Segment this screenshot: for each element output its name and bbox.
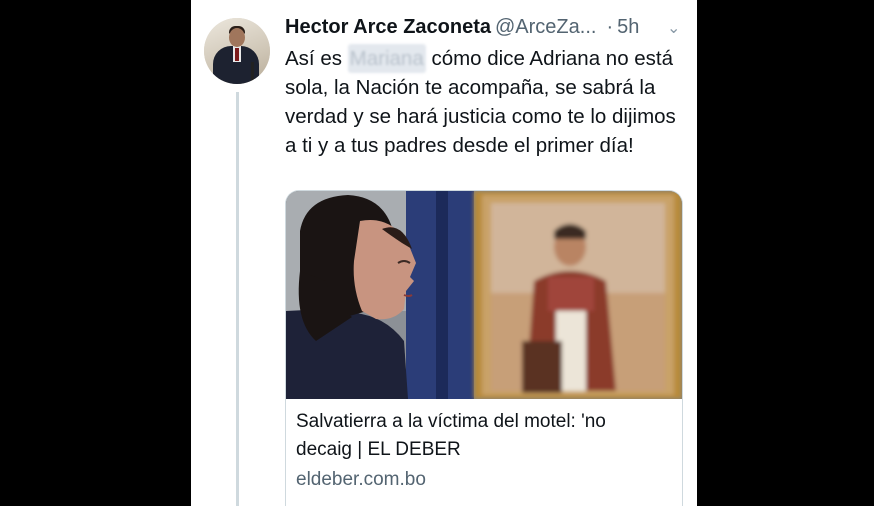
author-handle[interactable]: @ArceZa...: [495, 16, 596, 38]
tweet-panel: Hector Arce Zaconeta @ArceZa... · 5h ⌄ Así …: [191, 0, 697, 506]
thread-connector-line: [236, 92, 239, 506]
link-card-title[interactable]: Salvatierra a la víctima del motel: 'no …: [296, 408, 666, 464]
tweet-timestamp[interactable]: 5h: [617, 16, 639, 38]
link-card-domain: eldeber.com.bo: [296, 469, 426, 490]
tweet-header: Hector Arce Zaconeta @ArceZa... · 5h ⌄: [285, 16, 685, 42]
tweet-text-start: Así es: [285, 47, 342, 70]
avatar[interactable]: [204, 18, 270, 84]
tweet-text: Así es Mariana cómo dice Adriana no está…: [285, 44, 685, 160]
link-card[interactable]: Salvatierra a la víctima del motel: 'no …: [285, 190, 683, 506]
author-name[interactable]: Hector Arce Zaconeta: [285, 16, 491, 38]
separator-dot: ·: [606, 16, 614, 38]
chevron-down-icon[interactable]: ⌄: [667, 18, 680, 38]
link-card-image[interactable]: [286, 191, 682, 399]
tweet-text-rest: cómo dice Adriana no está sola, la Nació…: [285, 47, 676, 157]
redacted-name: Mariana: [347, 44, 426, 73]
